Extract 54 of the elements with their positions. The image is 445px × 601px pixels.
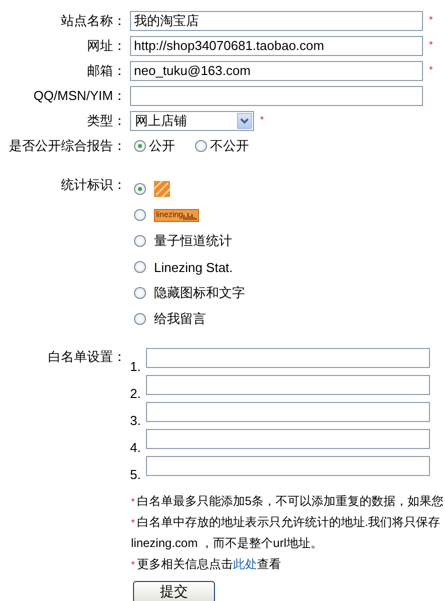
option-label: 量子恒道统计 — [154, 232, 232, 250]
input-field[interactable] — [146, 402, 430, 422]
field-label: 站点名称： — [60, 12, 127, 30]
note-text: 白名单最多只能添加5条，不可以添加重复的数据，如果您 — [136, 494, 444, 508]
required-mark: * — [260, 115, 264, 126]
input-field[interactable] — [146, 429, 430, 449]
note-mark: * — [131, 560, 135, 571]
option-label: 公开 — [149, 136, 175, 154]
radio-button[interactable] — [134, 287, 146, 299]
option-label: 隐藏图标和文字 — [154, 284, 245, 302]
field-label: 网址： — [86, 36, 127, 54]
radio-button[interactable] — [134, 183, 146, 195]
required-mark: * — [429, 40, 433, 51]
submit-button[interactable]: 提交 — [133, 581, 215, 601]
required-mark: * — [429, 65, 433, 76]
radio-button[interactable] — [134, 261, 146, 273]
details-link[interactable]: 此处 — [232, 557, 257, 571]
option-label: 给我留言 — [154, 310, 206, 328]
note-text: linezing.com ，而不是整个url地址。 — [131, 536, 322, 550]
option-label: 不公开 — [210, 136, 249, 154]
striped-square-icon — [154, 181, 170, 197]
required-mark: * — [429, 15, 433, 26]
radio-button[interactable] — [134, 209, 146, 221]
list-number: 1. — [130, 360, 142, 373]
list-number: 5. — [130, 468, 142, 481]
badge-label: linezing — [156, 210, 184, 220]
input-field[interactable] — [146, 348, 430, 368]
input-field[interactable]: neo_tuku@163.com — [130, 60, 423, 80]
type-dropdown[interactable]: 网上店铺 — [130, 110, 254, 130]
field-label: 类型： — [86, 112, 127, 130]
option-label: Linezing Stat. — [154, 260, 233, 274]
radio-button[interactable] — [195, 140, 207, 152]
list-number: 2. — [130, 387, 142, 400]
field-label: 统计标识： — [60, 176, 127, 194]
note-text: 白名单中存放的地址表示只允许统计的地址.我们将只保存 — [136, 515, 440, 529]
input-field[interactable] — [130, 86, 423, 106]
input-field[interactable] — [146, 375, 430, 395]
input-field[interactable]: 我的淘宝店 — [130, 10, 423, 30]
field-label: 邮箱： — [86, 62, 127, 80]
field-label: QQ/MSN/YIM： — [32, 86, 127, 104]
bar-chart-icon — [183, 210, 198, 220]
input-field[interactable] — [146, 456, 430, 476]
list-number: 4. — [130, 441, 142, 454]
list-number: 3. — [130, 414, 142, 427]
radio-button[interactable] — [134, 235, 146, 247]
field-label: 白名单设置： — [47, 348, 127, 366]
note-mark: * — [131, 497, 135, 508]
note-mark: * — [131, 518, 135, 529]
field-label: 是否公开综合报告： — [8, 136, 127, 154]
note-text: 更多相关信息点击 — [136, 557, 233, 571]
radio-button[interactable] — [134, 140, 146, 152]
note-text: 查看 — [256, 557, 281, 571]
input-field[interactable]: http://shop34070681.taobao.com — [130, 36, 423, 56]
radio-button[interactable] — [134, 313, 146, 325]
